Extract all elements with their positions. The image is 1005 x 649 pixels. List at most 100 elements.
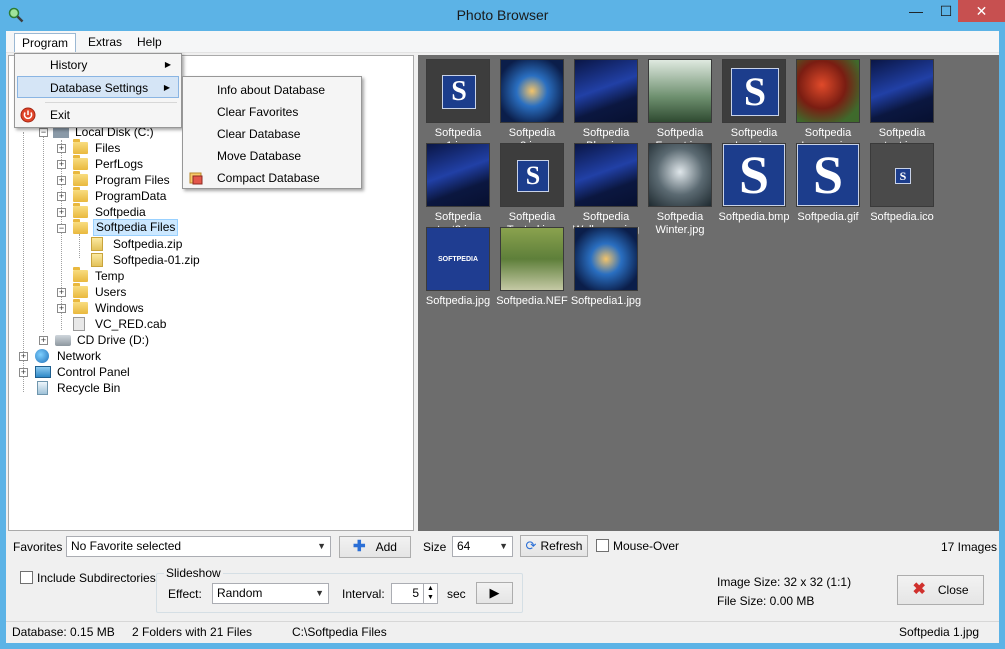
thumbnail-caption: Softpedia1.jpg xyxy=(570,295,642,307)
thumbnail-image: SOFTPEDIA xyxy=(426,227,490,291)
folder-icon xyxy=(73,203,88,218)
expand-icon[interactable]: + xyxy=(19,368,28,377)
thumbnail-item[interactable]: Softpedia Blue.jpg xyxy=(570,55,642,152)
menu-program[interactable]: Program xyxy=(14,33,77,52)
expand-icon[interactable]: + xyxy=(57,176,66,185)
tree-item-label: Softpedia.zip xyxy=(113,237,183,251)
control-panel-icon xyxy=(35,366,51,378)
thumbnail-image xyxy=(870,59,934,123)
tree-item[interactable]: Temp xyxy=(57,267,257,284)
menu-item-info-database[interactable]: Info about Database xyxy=(185,79,359,101)
folder-icon xyxy=(73,299,88,314)
add-favorite-button[interactable]: ✚ Add xyxy=(339,536,411,558)
status-database: Database: 0.15 MB xyxy=(12,625,115,639)
tree-item-label: Windows xyxy=(95,301,144,315)
expand-icon[interactable]: + xyxy=(19,352,28,361)
effect-select[interactable]: Random ▼ xyxy=(212,583,329,604)
thumbnail-caption: Softpedia.jpg xyxy=(425,295,491,307)
cab-icon xyxy=(73,317,85,331)
thumbnail-panel[interactable]: SSoftpedia 1.jpgSoftpedia 2.jpgSoftpedia… xyxy=(418,55,999,531)
tree-item[interactable]: Softpedia-01.zip xyxy=(75,252,275,268)
status-folders: 2 Folders with 21 Files xyxy=(132,625,253,639)
refresh-button[interactable]: ⟳ Refresh xyxy=(520,535,588,557)
tree-item[interactable]: + Windows xyxy=(57,299,257,316)
database-settings-submenu: Info about Database Clear Favorites Clea… xyxy=(182,76,362,189)
menu-item-clear-database[interactable]: Clear Database xyxy=(185,123,359,145)
folder-icon xyxy=(73,283,88,298)
window-close-button[interactable]: ✕ xyxy=(958,0,1005,22)
thumbnail-item[interactable]: Softpedia test2.jpg xyxy=(422,139,494,236)
thumbnail-item[interactable]: Softpedia.NEF xyxy=(496,223,568,307)
folder-icon xyxy=(73,219,88,234)
menu-item-move-database[interactable]: Move Database xyxy=(185,145,359,167)
menu-item-compact-database[interactable]: Compact Database xyxy=(185,167,359,189)
thumbnail-item[interactable]: Softpedia Winter.jpg xyxy=(644,139,716,236)
minimize-button[interactable]: — xyxy=(901,0,931,22)
thumbnail-item[interactable]: Softpedia Wallpaper.jpg xyxy=(570,139,642,236)
play-icon: ▶ xyxy=(489,585,500,600)
thumbnail-item[interactable]: SSoftpedia 1.jpg xyxy=(422,55,494,152)
expand-icon[interactable]: + xyxy=(57,192,66,201)
collapse-icon[interactable]: − xyxy=(57,224,66,233)
expand-icon[interactable]: + xyxy=(39,336,48,345)
tree-item-label: CD Drive (D:) xyxy=(77,333,149,347)
thumbnail-item[interactable]: SOFTPEDIA Softpedia.jpg xyxy=(422,223,494,307)
chevron-down-icon: ▼ xyxy=(315,588,324,598)
title-bar[interactable]: Photo Browser — ☐ ✕ xyxy=(0,0,1005,31)
close-button[interactable]: ✖ Close xyxy=(897,575,984,605)
mouse-over-checkbox[interactable] xyxy=(596,539,609,552)
tree-item[interactable]: + Softpedia xyxy=(57,203,257,220)
play-slideshow-button[interactable]: ▶ xyxy=(476,582,513,604)
folder-icon xyxy=(73,155,88,170)
refresh-icon: ⟳ xyxy=(525,538,537,553)
thumbnail-item[interactable]: S Softpedia.ico xyxy=(866,139,938,223)
status-path: C:\Softpedia Files xyxy=(292,625,387,639)
chevron-down-icon: ▼ xyxy=(317,541,326,551)
tree-item-label: ProgramData xyxy=(95,189,167,203)
expand-icon[interactable]: + xyxy=(57,304,66,313)
maximize-button[interactable]: ☐ xyxy=(931,0,961,22)
size-select[interactable]: 64 ▼ xyxy=(452,536,513,557)
tree-item[interactable]: + CD Drive (D:) xyxy=(39,332,239,348)
expand-icon[interactable]: + xyxy=(57,288,66,297)
tree-item[interactable]: + Control Panel xyxy=(19,364,219,380)
expand-icon[interactable]: + xyxy=(57,144,66,153)
thumbnail-item[interactable]: SSoftpedia Icon.ico xyxy=(718,55,790,152)
spin-arrows-icon[interactable]: ▲ ▼ xyxy=(423,584,437,603)
status-bar: Database: 0.15 MB 2 Folders with 21 File… xyxy=(6,621,999,643)
tree-item[interactable]: − Softpedia Files xyxy=(57,219,257,236)
menu-extras[interactable]: Extras xyxy=(81,33,129,52)
menu-item-clear-favorites[interactable]: Clear Favorites xyxy=(185,101,359,123)
program-menu: History ▶ Database Settings ▶ Exit xyxy=(14,53,182,128)
menu-help[interactable]: Help xyxy=(130,33,169,52)
menu-item-exit[interactable]: Exit xyxy=(17,104,179,126)
favorites-select[interactable]: No Favorite selected ▼ xyxy=(66,536,331,557)
include-subdirectories-checkbox[interactable] xyxy=(20,571,33,584)
tree-item[interactable]: + ProgramData xyxy=(57,187,257,204)
thumbnail-item[interactable]: Softpedia test.jpg xyxy=(866,55,938,152)
tree-item[interactable]: VC_RED.cab xyxy=(57,316,257,332)
thumbnail-item[interactable]: Softpedia Leaves.jpg xyxy=(792,55,864,152)
thumbnail-item[interactable]: Softpedia1.jpg xyxy=(570,223,642,307)
thumbnail-item[interactable]: S Softpedia.gif xyxy=(792,139,864,223)
thumbnail-item[interactable]: SSoftpedia Tested.jpg xyxy=(496,139,568,236)
interval-stepper[interactable]: 5 ▲ ▼ xyxy=(391,583,438,604)
menu-item-database-settings[interactable]: Database Settings ▶ xyxy=(17,76,179,98)
tree-item[interactable]: + Network xyxy=(19,348,219,364)
thumbnail-item[interactable]: Softpedia 2.jpg xyxy=(496,55,568,152)
expand-icon[interactable]: + xyxy=(57,208,66,217)
tree-item[interactable]: Softpedia.zip xyxy=(75,236,275,252)
thumbnail-caption: Softpedia.ico xyxy=(870,211,934,223)
thumbnail-image: S xyxy=(500,143,564,207)
tree-item-label: Temp xyxy=(95,269,125,283)
thumbnail-item[interactable]: S Softpedia.bmp xyxy=(718,139,790,223)
thumbnail-item[interactable]: Softpedia Forest.jpg xyxy=(644,55,716,152)
tree-item[interactable]: + Users xyxy=(57,283,257,300)
menu-item-history[interactable]: History ▶ xyxy=(17,54,179,76)
thumbnail-image xyxy=(426,143,490,207)
mouse-over-label: Mouse-Over xyxy=(613,539,680,553)
tree-item[interactable]: Recycle Bin xyxy=(19,380,219,396)
tree-item-label: Network xyxy=(57,349,102,363)
zip-icon xyxy=(91,253,103,267)
expand-icon[interactable]: + xyxy=(57,160,66,169)
